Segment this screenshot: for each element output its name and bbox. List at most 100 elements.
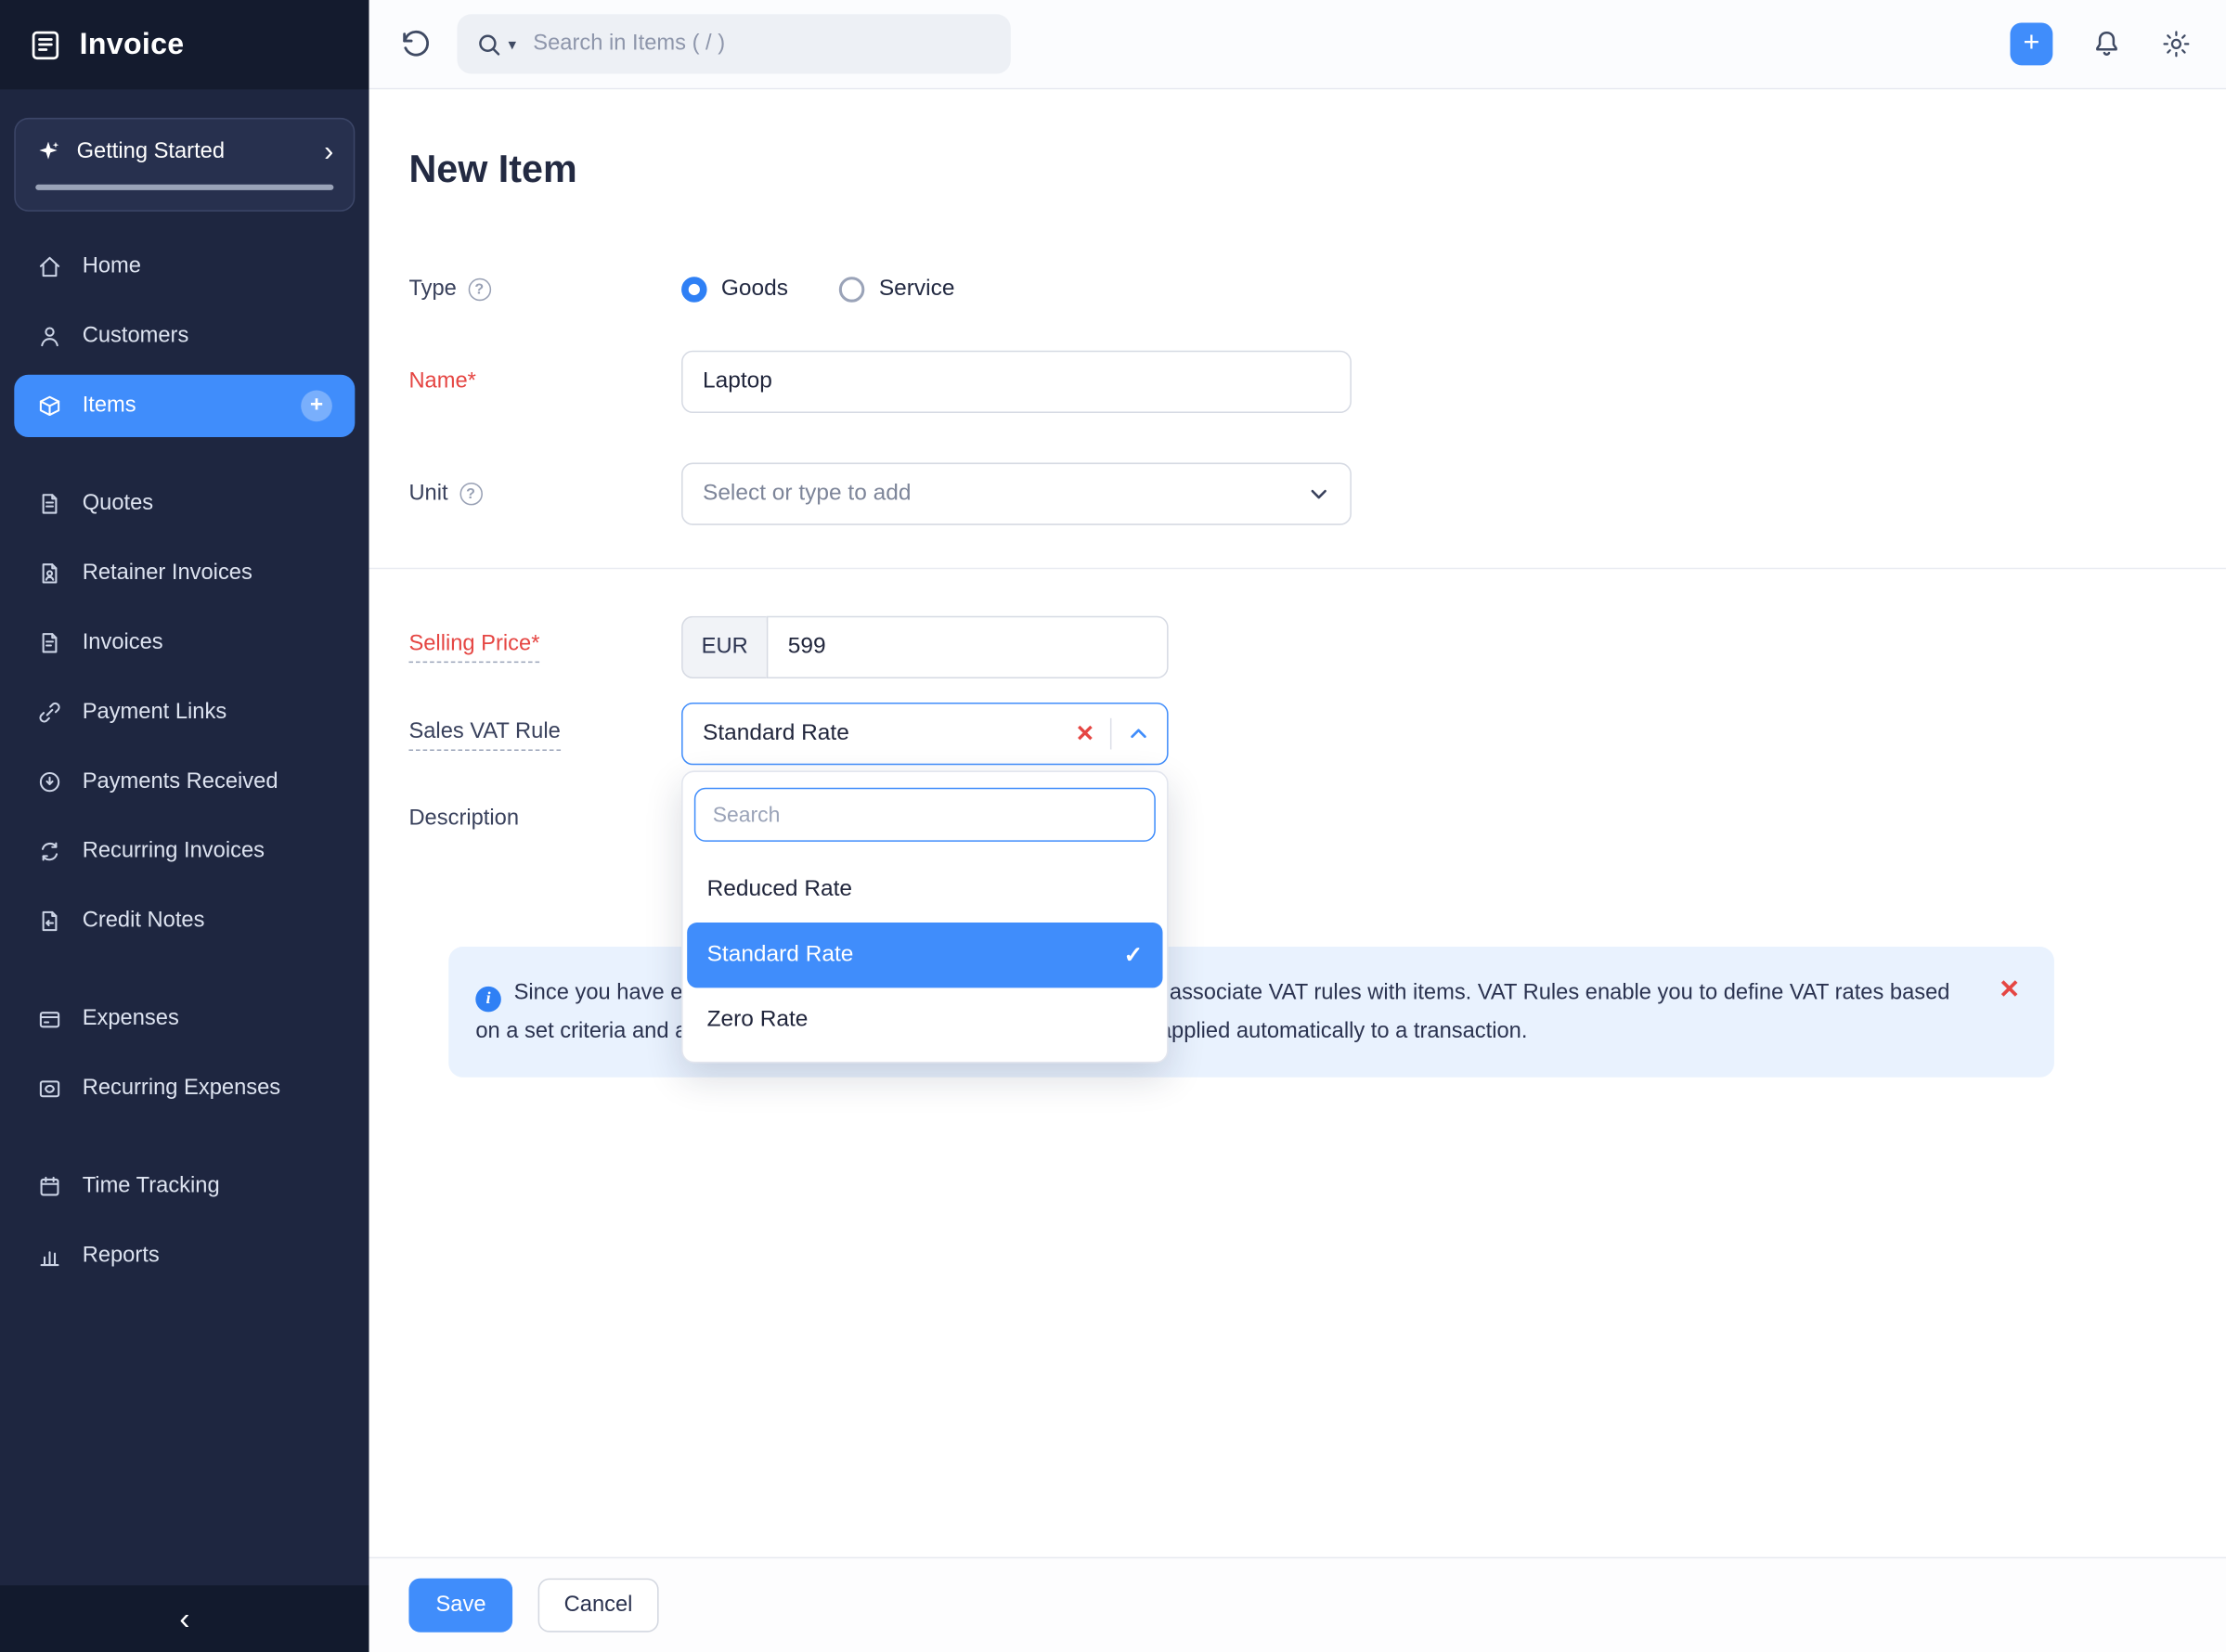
sidebar-item-items[interactable]: Items + xyxy=(14,374,356,438)
getting-started-label: Getting Started xyxy=(76,138,226,163)
unit-placeholder: Select or type to add xyxy=(703,481,912,506)
help-icon[interactable]: ? xyxy=(468,277,491,302)
user-icon xyxy=(37,324,63,350)
sidebar: Invoice Getting Started › Home Customers xyxy=(0,0,369,1652)
save-button[interactable]: Save xyxy=(408,1578,513,1633)
vat-option-reduced-rate[interactable]: Reduced Rate xyxy=(687,858,1162,923)
arrow-down-circle-icon xyxy=(37,769,63,795)
sidebar-item-reports[interactable]: Reports xyxy=(14,1225,355,1287)
chevron-up-icon[interactable] xyxy=(1111,722,1149,744)
quick-add-item-icon[interactable]: + xyxy=(301,390,332,422)
sidebar-item-label: Expenses xyxy=(82,1006,179,1031)
description-label: Description xyxy=(408,806,520,831)
document-user-icon xyxy=(37,561,63,587)
item-form-top: Type ? Goods Service Name* Laptop Unit ?… xyxy=(408,277,2226,525)
clear-icon[interactable]: ✕ xyxy=(1060,719,1110,748)
app-title: Invoice xyxy=(79,27,185,60)
sidebar-item-payments-received[interactable]: Payments Received xyxy=(14,751,355,813)
sidebar-collapse-button[interactable]: ‹ xyxy=(0,1585,369,1652)
sidebar-item-credit-notes[interactable]: Credit Notes xyxy=(14,890,355,952)
sidebar-item-payment-links[interactable]: Payment Links xyxy=(14,681,355,743)
getting-started-card[interactable]: Getting Started › xyxy=(14,117,356,212)
dropdown-search-input[interactable] xyxy=(693,787,1156,842)
app-logo[interactable]: Invoice xyxy=(0,0,369,90)
sidebar-nav: Home Customers Items + Quotes Retainer I… xyxy=(0,212,369,1585)
sidebar-item-expenses[interactable]: Expenses xyxy=(14,987,355,1050)
notifications-bell-icon[interactable] xyxy=(2091,29,2123,60)
nav-divider xyxy=(14,960,355,988)
vat-rule-value: Standard Rate xyxy=(703,720,849,745)
calendar-icon xyxy=(37,1174,63,1200)
nav-divider xyxy=(14,1127,355,1155)
item-form-bottom: Selling Price* EUR Sales VAT Rule Standa… xyxy=(408,615,2226,1078)
chevron-right-icon: › xyxy=(324,136,334,168)
sidebar-item-time-tracking[interactable]: Time Tracking xyxy=(14,1155,355,1218)
cancel-button[interactable]: Cancel xyxy=(538,1578,658,1633)
radio-unselected-icon xyxy=(839,277,865,303)
unit-row: Unit ? Select or type to add xyxy=(408,462,2226,525)
name-row: Name* xyxy=(408,350,2226,414)
main-area: ▾ + New Item Type xyxy=(369,0,2226,1652)
refresh-icon xyxy=(37,839,63,865)
search-icon[interactable] xyxy=(475,31,502,58)
vat-rule-label: Sales VAT Rule xyxy=(408,719,681,751)
unit-label: Unit ? xyxy=(408,481,681,507)
getting-started-progress xyxy=(35,184,334,190)
chevron-down-icon xyxy=(1307,483,1329,505)
vat-option-standard-rate[interactable]: Standard Rate ✓ xyxy=(687,923,1163,988)
sidebar-item-label: Items xyxy=(82,393,136,418)
vat-option-zero-rate[interactable]: Zero Rate xyxy=(687,987,1162,1052)
info-icon: i xyxy=(475,986,501,1012)
sidebar-item-recurring-expenses[interactable]: Recurring Expenses xyxy=(14,1057,355,1119)
selling-price-label: Selling Price* xyxy=(408,632,681,664)
sidebar-item-invoices[interactable]: Invoices xyxy=(14,612,355,674)
sidebar-item-customers[interactable]: Customers xyxy=(14,305,355,368)
sidebar-item-quotes[interactable]: Quotes xyxy=(14,472,355,535)
currency-prefix: EUR xyxy=(681,615,767,679)
sidebar-item-label: Time Tracking xyxy=(82,1173,220,1198)
sidebar-item-label: Recurring Expenses xyxy=(82,1076,281,1101)
page-content: New Item Type ? Goods Service Name* Lapt… xyxy=(369,89,2226,1557)
sidebar-item-label: Recurring Invoices xyxy=(82,838,265,863)
type-radio-goods[interactable]: Goods xyxy=(681,277,788,303)
search-input[interactable] xyxy=(530,30,992,58)
radio-selected-icon xyxy=(681,277,707,303)
chevron-left-icon: ‹ xyxy=(179,1600,190,1636)
sidebar-item-label: Reports xyxy=(82,1243,160,1268)
help-icon[interactable]: ? xyxy=(459,482,483,506)
name-input[interactable] xyxy=(681,350,1352,414)
name-label: Name* xyxy=(408,368,476,394)
vat-rule-dropdown: Reduced Rate Standard Rate ✓ Zero Rate xyxy=(681,770,1169,1064)
refresh-icon[interactable] xyxy=(397,26,434,63)
sparkle-icon xyxy=(35,139,61,165)
link-icon xyxy=(37,700,63,726)
invoice-logo-icon xyxy=(29,28,63,62)
sidebar-item-label: Retainer Invoices xyxy=(82,561,252,586)
invoice-icon xyxy=(37,630,63,656)
sidebar-item-label: Credit Notes xyxy=(82,908,205,933)
box-icon xyxy=(37,394,63,419)
selling-price-input[interactable] xyxy=(766,615,1169,679)
selling-price-row: Selling Price* EUR xyxy=(408,615,2226,679)
sidebar-item-recurring-invoices[interactable]: Recurring Invoices xyxy=(14,820,355,883)
vat-rule-select[interactable]: Standard Rate ✕ xyxy=(681,703,1169,766)
unit-select[interactable]: Select or type to add xyxy=(681,462,1352,525)
sidebar-item-label: Payments Received xyxy=(82,768,278,794)
sidebar-item-label: Invoices xyxy=(82,630,163,655)
sidebar-item-retainer-invoices[interactable]: Retainer Invoices xyxy=(14,542,355,604)
sidebar-item-label: Customers xyxy=(82,323,189,348)
sidebar-item-label: Payment Links xyxy=(82,699,227,724)
settings-gear-icon[interactable] xyxy=(2161,29,2193,60)
topbar: ▾ + xyxy=(369,0,2226,90)
nav-divider xyxy=(14,445,355,473)
type-radio-service[interactable]: Service xyxy=(839,277,954,303)
document-icon xyxy=(37,491,63,517)
section-divider xyxy=(369,567,2226,570)
sidebar-item-home[interactable]: Home xyxy=(14,236,355,298)
chevron-down-icon[interactable]: ▾ xyxy=(508,34,515,53)
type-label: Type ? xyxy=(408,277,681,303)
bar-chart-icon xyxy=(37,1244,63,1270)
plus-icon: + xyxy=(2023,26,2040,58)
close-icon[interactable]: ✕ xyxy=(1999,971,2020,1009)
quick-create-button[interactable]: + xyxy=(2010,22,2053,66)
